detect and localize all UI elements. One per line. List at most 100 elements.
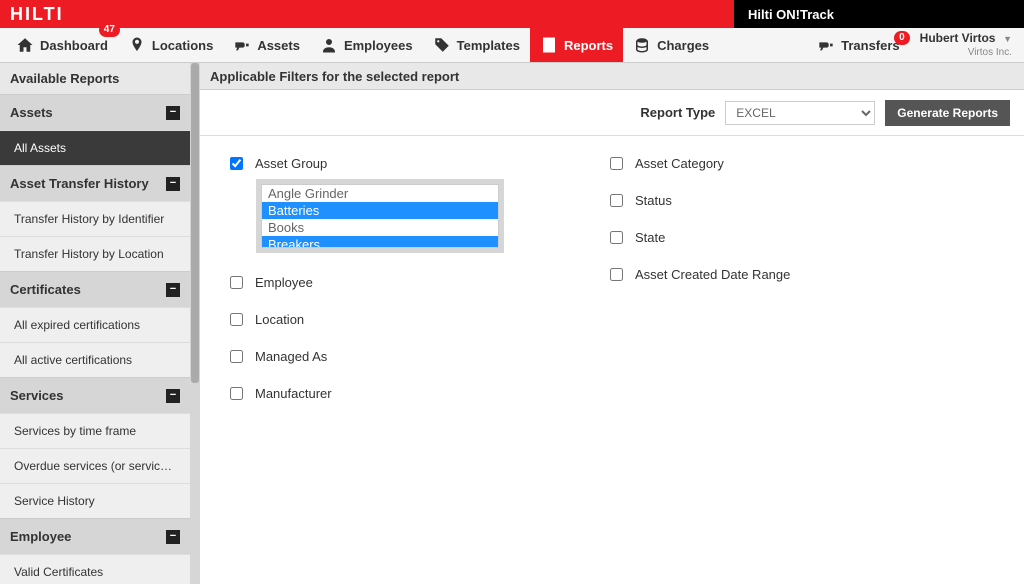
nav-dashboard[interactable]: Dashboard 47 <box>6 28 118 62</box>
content: Available Reports Assets − All Assets As… <box>0 63 1024 584</box>
filter-asset-group-label: Asset Group <box>255 156 327 171</box>
nav-charges-label: Charges <box>657 38 709 53</box>
filter-state-label: State <box>635 230 665 245</box>
user-name: Hubert Virtos <box>920 31 996 45</box>
nav-dashboard-label: Dashboard <box>40 38 108 53</box>
filter-state-checkbox[interactable] <box>610 231 623 244</box>
nav-dashboard-badge: 47 <box>99 23 120 37</box>
report-type-label: Report Type <box>640 105 715 120</box>
home-icon <box>16 36 34 54</box>
nav-charges[interactable]: Charges <box>623 28 719 62</box>
tag-icon <box>433 36 451 54</box>
user-menu[interactable]: Hubert Virtos ▼ Virtos Inc. <box>914 31 1012 60</box>
sidebar-item-transfer-history-identifier[interactable]: Transfer History by Identifier <box>0 201 190 236</box>
filter-employee-checkbox[interactable] <box>230 276 243 289</box>
sidebar-header-certificates[interactable]: Certificates − <box>0 271 190 307</box>
filter-manufacturer: Manufacturer <box>230 386 550 401</box>
drill-icon <box>817 36 835 54</box>
nav-reports-label: Reports <box>564 38 613 53</box>
asset-group-option[interactable]: Breakers <box>262 236 498 248</box>
drill-icon <box>233 36 251 54</box>
nav-assets[interactable]: Assets <box>223 28 310 62</box>
report-icon <box>540 36 558 54</box>
sidebar-header-asset-transfer-history[interactable]: Asset Transfer History − <box>0 165 190 201</box>
chevron-down-icon: ▼ <box>1003 34 1012 44</box>
filter-manufacturer-checkbox[interactable] <box>230 387 243 400</box>
sidebar-title: Available Reports <box>0 63 190 94</box>
sidebar-item-valid-certificates[interactable]: Valid Certificates <box>0 554 190 584</box>
app-name: Hilti ON!Track <box>734 0 1024 28</box>
asset-group-listbox[interactable]: Angle Grinder Batteries Books Breakers <box>261 184 499 248</box>
brand-bar: HILTI Hilti ON!Track <box>0 0 1024 28</box>
asset-group-option[interactable]: Books <box>262 219 498 236</box>
filter-asset-created-range: Asset Created Date Range <box>610 267 790 282</box>
filter-asset-created-range-checkbox[interactable] <box>610 268 623 281</box>
filter-status: Status <box>610 193 790 208</box>
filter-manufacturer-label: Manufacturer <box>255 386 332 401</box>
sidebar: Available Reports Assets − All Assets As… <box>0 63 200 584</box>
brand-logo-text: HILTI <box>10 4 64 25</box>
main-panel: Applicable Filters for the selected repo… <box>200 63 1024 584</box>
sidebar-header-services[interactable]: Services − <box>0 377 190 413</box>
sidebar-inner: Available Reports Assets − All Assets As… <box>0 63 190 584</box>
filter-location-checkbox[interactable] <box>230 313 243 326</box>
nav-transfers[interactable]: Transfers 0 <box>809 36 908 54</box>
filter-asset-created-range-label: Asset Created Date Range <box>635 267 790 282</box>
sidebar-header-label: Assets <box>10 105 53 120</box>
filter-asset-category-checkbox[interactable] <box>610 157 623 170</box>
sidebar-scrollbar-thumb[interactable] <box>191 63 199 383</box>
minus-icon: − <box>166 283 180 297</box>
nav-transfers-badge: 0 <box>894 31 910 45</box>
sidebar-item-services-timeframe[interactable]: Services by time frame <box>0 413 190 448</box>
filter-managed-as-checkbox[interactable] <box>230 350 243 363</box>
sidebar-item-all-expired-certifications[interactable]: All expired certifications <box>0 307 190 342</box>
nav-locations[interactable]: Locations <box>118 28 223 62</box>
database-icon <box>633 36 651 54</box>
sidebar-header-assets[interactable]: Assets − <box>0 94 190 130</box>
location-pin-icon <box>128 36 146 54</box>
sidebar-header-employee[interactable]: Employee − <box>0 518 190 554</box>
report-type-row: Report Type EXCEL Generate Reports <box>200 90 1024 136</box>
minus-icon: − <box>166 177 180 191</box>
nav-templates[interactable]: Templates <box>423 28 530 62</box>
main-nav: Dashboard 47 Locations Assets Employees … <box>0 28 1024 63</box>
nav-employees[interactable]: Employees <box>310 28 423 62</box>
filter-asset-group-block: Asset Group Angle Grinder Batteries Book… <box>230 156 550 253</box>
filter-location: Location <box>230 312 550 327</box>
nav-right: Transfers 0 Hubert Virtos ▼ Virtos Inc. <box>809 31 1018 60</box>
filter-asset-category: Asset Category <box>610 156 790 171</box>
nav-reports[interactable]: Reports <box>530 28 623 62</box>
sidebar-item-transfer-history-location[interactable]: Transfer History by Location <box>0 236 190 271</box>
sidebar-item-service-history[interactable]: Service History <box>0 483 190 518</box>
report-type-select[interactable]: EXCEL <box>725 101 875 125</box>
sidebar-header-label: Certificates <box>10 282 81 297</box>
generate-reports-button[interactable]: Generate Reports <box>885 100 1010 126</box>
nav-locations-label: Locations <box>152 38 213 53</box>
minus-icon: − <box>166 389 180 403</box>
filter-employee-label: Employee <box>255 275 313 290</box>
filters-left-column: Asset Group Angle Grinder Batteries Book… <box>230 156 550 564</box>
sidebar-header-label: Services <box>10 388 64 403</box>
minus-icon: − <box>166 530 180 544</box>
sidebar-item-all-active-certifications[interactable]: All active certifications <box>0 342 190 377</box>
nav-assets-label: Assets <box>257 38 300 53</box>
filter-status-checkbox[interactable] <box>610 194 623 207</box>
minus-icon: − <box>166 106 180 120</box>
filters-body: Asset Group Angle Grinder Batteries Book… <box>200 136 1024 584</box>
filter-location-label: Location <box>255 312 304 327</box>
panel-title: Applicable Filters for the selected repo… <box>200 63 1024 90</box>
sidebar-scrollbar[interactable] <box>190 63 200 584</box>
person-icon <box>320 36 338 54</box>
nav-transfers-label: Transfers <box>841 38 900 53</box>
nav-templates-label: Templates <box>457 38 520 53</box>
nav-employees-label: Employees <box>344 38 413 53</box>
sidebar-item-all-assets[interactable]: All Assets <box>0 130 190 165</box>
asset-group-listbox-wrap: Angle Grinder Batteries Books Breakers <box>256 179 504 253</box>
filter-asset-group-checkbox[interactable] <box>230 157 243 170</box>
filter-status-label: Status <box>635 193 672 208</box>
asset-group-option[interactable]: Batteries <box>262 202 498 219</box>
sidebar-item-overdue-services[interactable]: Overdue services (or services tha... <box>0 448 190 483</box>
filter-employee: Employee <box>230 275 550 290</box>
asset-group-option[interactable]: Angle Grinder <box>262 185 498 202</box>
sidebar-header-label: Employee <box>10 529 71 544</box>
